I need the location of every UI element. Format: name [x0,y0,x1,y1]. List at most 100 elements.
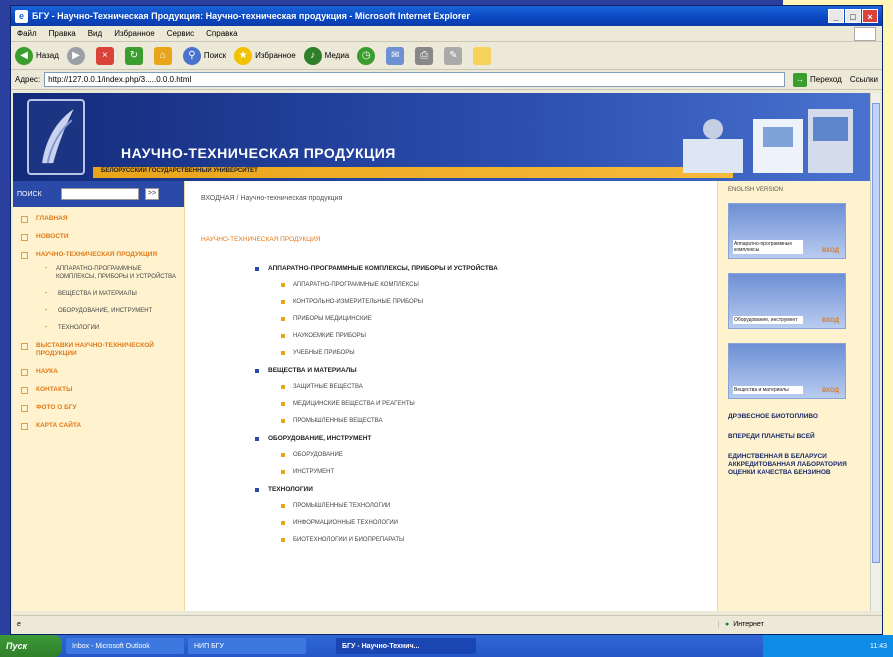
subnav-item[interactable]: • АППАРАТНО-ПРОГРАММНЫЕ КОМПЛЕКСЫ, ПРИБОР… [45,265,178,281]
promo-banner[interactable]: Оборудование, инструмент ВХОД [728,273,846,329]
favorites-button[interactable]: ★ Избранное [234,46,296,65]
english-version-link[interactable]: ENGLISH VERSION [728,187,863,193]
category-heading[interactable]: ТЕХНОЛОГИИ [255,486,701,493]
category-link[interactable]: ЗАЩИТНЫЕ ВЕЩЕСТВА [281,384,701,390]
stop-button[interactable]: × [95,46,117,65]
nav-item-contacts[interactable]: КОНТАКТЫ [21,386,178,394]
category-link[interactable]: ОБОРУДОВАНИЕ [281,452,701,458]
maximize-button[interactable]: □ [845,9,861,23]
category-heading[interactable]: ВЕЩЕСТВА И МАТЕРИАЛЫ [255,367,701,374]
news-link[interactable]: ЕДИНСТВЕННАЯ В БЕЛАРУСИ АККРЕДИТОВАННАЯ … [728,453,863,477]
address-input[interactable]: http://127.0.0.1/index.php/3.....0.0.0.h… [44,72,786,87]
site-search-button[interactable]: >> [145,188,159,200]
link-bullet-icon [281,538,285,542]
subnav-item[interactable]: • ТЕХНОЛОГИИ [45,324,178,332]
site-search-input[interactable] [61,188,139,200]
nav-item-photo[interactable]: ФОТО О БГУ [21,404,178,412]
category-link[interactable]: ПРИБОРЫ МЕДИЦИНСКИЕ [281,316,701,322]
link-label: ПРОМЫШЛЕННЫЕ ВЕЩЕСТВА [293,418,383,424]
edit-button[interactable]: ✎ [444,46,465,65]
category-technologies: ТЕХНОЛОГИИ ПРОМЫШЛЕННЫЕ ТЕХНОЛОГИИ ИНФОР… [255,486,701,543]
promo-caption: Оборудование, инструмент [733,316,803,324]
address-url: http://127.0.0.1/index.php/3.....0.0.0.h… [48,75,192,84]
promo-banner[interactable]: Вещества и материалы ВХОД [728,343,846,399]
link-bullet-icon [281,504,285,508]
close-button[interactable]: × [862,9,878,23]
category-link[interactable]: ПРОМЫШЛЕННЫЕ ВЕЩЕСТВА [281,418,701,424]
print-button[interactable]: ⎙ [415,46,436,65]
go-label: Переход [810,75,842,84]
menu-edit[interactable]: Правка [49,29,76,38]
menu-favorites[interactable]: Избранное [114,29,155,38]
menu-file[interactable]: Файл [17,29,37,38]
folder-button[interactable] [473,46,494,65]
links-button[interactable]: Ссылки [850,75,878,84]
category-link[interactable]: МЕДИЦИНСКИЕ ВЕЩЕСТВА И РЕАГЕНТЫ [281,401,701,407]
nav-item-science[interactable]: НАУКА [21,368,178,376]
start-button[interactable]: Пуск [0,635,62,657]
link-bullet-icon [281,402,285,406]
mail-button[interactable]: ✉ [386,46,407,65]
history-button[interactable]: ◷ [357,46,378,65]
refresh-button[interactable]: ↻ [124,46,146,65]
scrollbar-thumb[interactable] [872,103,880,563]
category-link[interactable]: УЧЕБНЫЕ ПРИБОРЫ [281,350,701,356]
task-button[interactable]: Inbox - Microsoft Outlook [66,638,184,654]
mail-icon: ✉ [386,46,405,65]
nav-item-exhibitions[interactable]: ВЫСТАВКИ НАУЧНО-ТЕХНИЧЕСКОЙ ПРОДУКЦИИ [21,342,178,358]
home-button[interactable]: ⌂ [153,46,175,65]
category-link[interactable]: АППАРАТНО-ПРОГРАММНЫЕ КОМПЛЕКСЫ [281,282,701,288]
category-link[interactable]: ИНФОРМАЦИОННЫЕ ТЕХНОЛОГИИ [281,520,701,526]
menu-view[interactable]: Вид [88,29,102,38]
search-row: ПОИСК >> [13,181,184,207]
category-link[interactable]: БИОТЕХНОЛОГИИ И БИОПРЕПАРАТЫ [281,537,701,543]
task-label: БГУ - Научно-Технич... [342,642,420,650]
subnav-item[interactable]: • ОБОРУДОВАНИЕ, ИНСТРУМЕНТ [45,307,178,315]
category-link[interactable]: КОНТРОЛЬНО-ИЗМЕРИТЕЛЬНЫЕ ПРИБОРЫ [281,299,701,305]
print-icon: ⎙ [415,46,434,65]
task-button-active[interactable]: БГУ - Научно-Технич... [336,638,476,654]
nav-item-sitemap[interactable]: КАРТА САЙТА [21,422,178,430]
system-tray: 11:43 [763,635,893,657]
link-bullet-icon [281,300,285,304]
subnav-bullet-icon: • [45,266,48,272]
media-button[interactable]: ♪ Медиа [303,46,349,65]
back-label: Назад [36,51,59,60]
news-link[interactable]: ВПЕРЕДИ ПЛАНЕТЫ ВСЕЙ [728,433,863,441]
category-link[interactable]: ПРОМЫШЛЕННЫЕ ТЕХНОЛОГИИ [281,503,701,509]
forward-button[interactable]: ▶ [66,46,88,65]
back-button[interactable]: ◀ Назад [15,46,59,65]
menu-tools[interactable]: Сервис [167,29,194,38]
task-button[interactable]: НИП БГУ [188,638,306,654]
category-heading[interactable]: АППАРАТНО-ПРОГРАММНЫЕ КОМПЛЕКСЫ, ПРИБОРЫ… [255,265,701,272]
nav-item-products[interactable]: НАУЧНО-ТЕХНИЧЕСКАЯ ПРОДУКЦИЯ [21,251,178,259]
nav-label: ВЫСТАВКИ НАУЧНО-ТЕХНИЧЕСКОЙ ПРОДУКЦИИ [36,342,154,357]
go-button[interactable]: → Переход [793,72,842,87]
subnav-label: ОБОРУДОВАНИЕ, ИНСТРУМЕНТ [58,308,153,314]
category-heading[interactable]: ОБОРУДОВАНИЕ, ИНСТРУМЕНТ [255,435,701,442]
nav-item-home[interactable]: ГЛАВНАЯ [21,215,178,223]
promo-banner[interactable]: Аппаратно-программные комплексы ВХОД [728,203,846,259]
category-equipment: ОБОРУДОВАНИЕ, ИНСТРУМЕНТ ОБОРУДОВАНИЕ ИН… [255,435,701,475]
subnav-item[interactable]: • ВЕЩЕСТВА И МАТЕРИАЛЫ [45,290,178,298]
category-link[interactable]: ИНСТРУМЕНТ [281,469,701,475]
news-link[interactable]: ДРЭВЕСНОЕ БИОТОПЛИВО [728,413,863,421]
link-bullet-icon [281,283,285,287]
right-sidebar: ENGLISH VERSION Аппаратно-программные ко… [717,181,873,611]
category-link[interactable]: НАУКОЕМКИЕ ПРИБОРЫ [281,333,701,339]
vertical-scrollbar[interactable] [870,93,880,611]
search-button[interactable]: ⚲ Поиск [182,46,226,65]
breadcrumb[interactable]: ВХОДНАЯ / Научно-техническая продукция [201,195,701,202]
task-label: Inbox - Microsoft Outlook [72,642,150,650]
link-label: БИОТЕХНОЛОГИИ И БИОПРЕПАРАТЫ [293,537,405,543]
minimize-button[interactable]: _ [828,9,844,23]
address-label: Адрес: [15,75,41,84]
promo-caption: Вещества и материалы [733,386,803,394]
stop-icon: × [95,46,114,65]
menu-help[interactable]: Справка [206,29,237,38]
nav-item-news[interactable]: НОВОСТИ [21,233,178,241]
link-label: АППАРАТНО-ПРОГРАММНЫЕ КОМПЛЕКСЫ [293,282,419,288]
subnav-bullet-icon: • [45,325,48,331]
ie-icon: e [15,9,28,23]
taskbar: Пуск Inbox - Microsoft Outlook НИП БГУ Б… [0,635,893,657]
